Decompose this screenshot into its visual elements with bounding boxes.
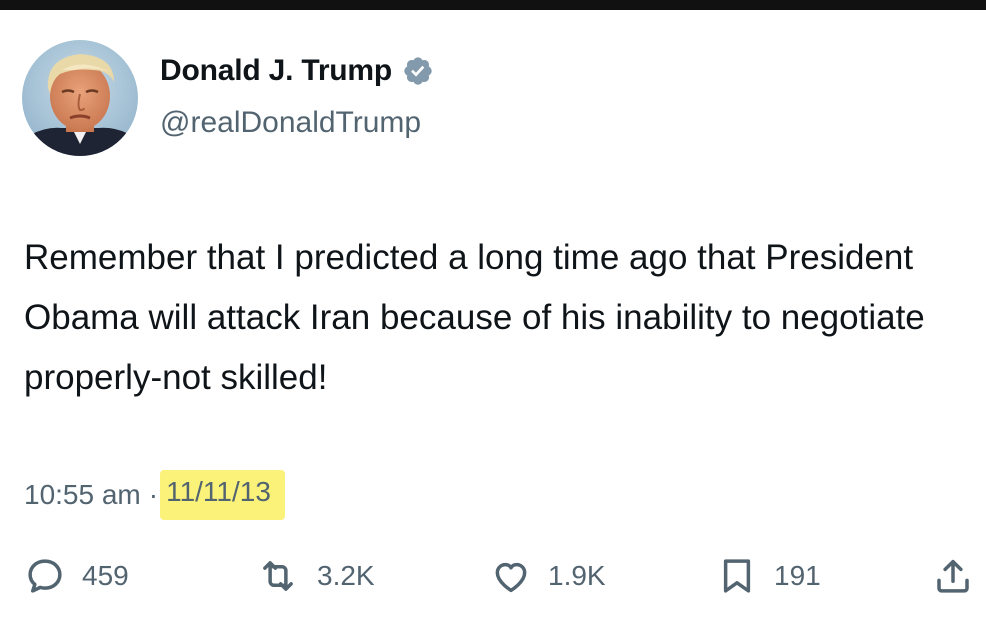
tweet-card: Donald J. Trump @realDonaldTrump Remembe… <box>0 10 986 631</box>
author-display-name[interactable]: Donald J. Trump <box>160 54 392 88</box>
bookmark-button[interactable]: 191 <box>716 546 821 606</box>
retweet-button[interactable]: 3.2K <box>255 546 375 606</box>
author-name-row: Donald J. Trump <box>160 54 434 88</box>
tweet-text: Remember that I predicted a long time ag… <box>24 238 925 397</box>
reply-icon <box>24 555 66 597</box>
share-icon <box>932 555 974 597</box>
tweet-time[interactable]: 10:55 am <box>24 479 141 511</box>
share-button[interactable] <box>932 546 974 606</box>
reply-button[interactable]: 459 <box>24 546 129 606</box>
tweet-actions: 459 3.2K 1.9K 191 <box>0 546 986 606</box>
bookmark-icon <box>716 555 758 597</box>
tweet-meta: 10:55 am · 11/11/13 <box>24 470 285 520</box>
tweet-date-highlighted[interactable]: 11/11/13 <box>160 470 285 520</box>
verified-badge-icon <box>402 55 434 87</box>
like-button[interactable]: 1.9K <box>490 546 606 606</box>
bookmark-count: 191 <box>774 560 821 591</box>
meta-separator: · <box>148 479 159 510</box>
profile-avatar-image <box>22 40 138 156</box>
heart-icon <box>490 555 532 597</box>
reply-count: 459 <box>82 560 129 591</box>
like-count: 1.9K <box>548 560 606 591</box>
author-handle[interactable]: @realDonaldTrump <box>160 106 421 140</box>
top-border <box>0 0 986 10</box>
retweet-count: 3.2K <box>317 560 375 591</box>
retweet-icon <box>255 555 301 597</box>
avatar[interactable] <box>22 40 138 156</box>
